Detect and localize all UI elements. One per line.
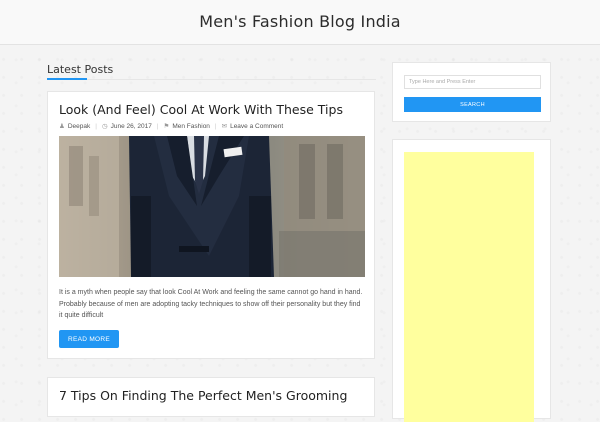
meta-separator: | xyxy=(95,122,97,130)
tag-icon: ⚑ xyxy=(163,123,170,130)
read-more-button[interactable]: READ MORE xyxy=(59,330,119,348)
section-divider xyxy=(47,79,376,80)
post-card: 7 Tips On Finding The Perfect Men's Groo… xyxy=(47,377,375,417)
comment-icon: ✉ xyxy=(221,123,228,130)
post-card: Look (And Feel) Cool At Work With These … xyxy=(47,91,375,359)
user-icon: ♟ xyxy=(59,123,65,130)
post-meta: ♟ Deepak | ◷ June 26, 2017 | ⚑ Men Fashi… xyxy=(59,122,283,131)
post-comments-link[interactable]: Leave a Comment xyxy=(230,123,283,130)
post-featured-image[interactable] xyxy=(59,136,365,277)
post-title[interactable]: 7 Tips On Finding The Perfect Men's Groo… xyxy=(59,388,347,403)
advertisement-placeholder[interactable] xyxy=(404,152,534,422)
post-date[interactable]: June 26, 2017 xyxy=(111,123,152,130)
search-button[interactable]: SEARCH xyxy=(404,97,541,112)
section-title-underline xyxy=(47,78,87,80)
search-input[interactable] xyxy=(404,75,541,89)
site-title[interactable]: Men's Fashion Blog India xyxy=(199,12,401,31)
post-title[interactable]: Look (And Feel) Cool At Work With These … xyxy=(59,102,343,117)
post-author[interactable]: Deepak xyxy=(68,123,90,130)
clock-icon: ◷ xyxy=(101,123,108,130)
search-widget: SEARCH xyxy=(392,62,551,122)
meta-separator: | xyxy=(214,122,217,130)
post-category[interactable]: Men Fashion xyxy=(172,123,210,130)
post-excerpt: It is a myth when people say that look C… xyxy=(59,289,363,320)
man-in-suit-photo xyxy=(59,136,365,277)
ad-widget xyxy=(392,139,551,422)
site-header: Men's Fashion Blog India xyxy=(0,0,600,45)
meta-separator: | xyxy=(156,122,159,130)
section-title: Latest Posts xyxy=(47,63,114,76)
